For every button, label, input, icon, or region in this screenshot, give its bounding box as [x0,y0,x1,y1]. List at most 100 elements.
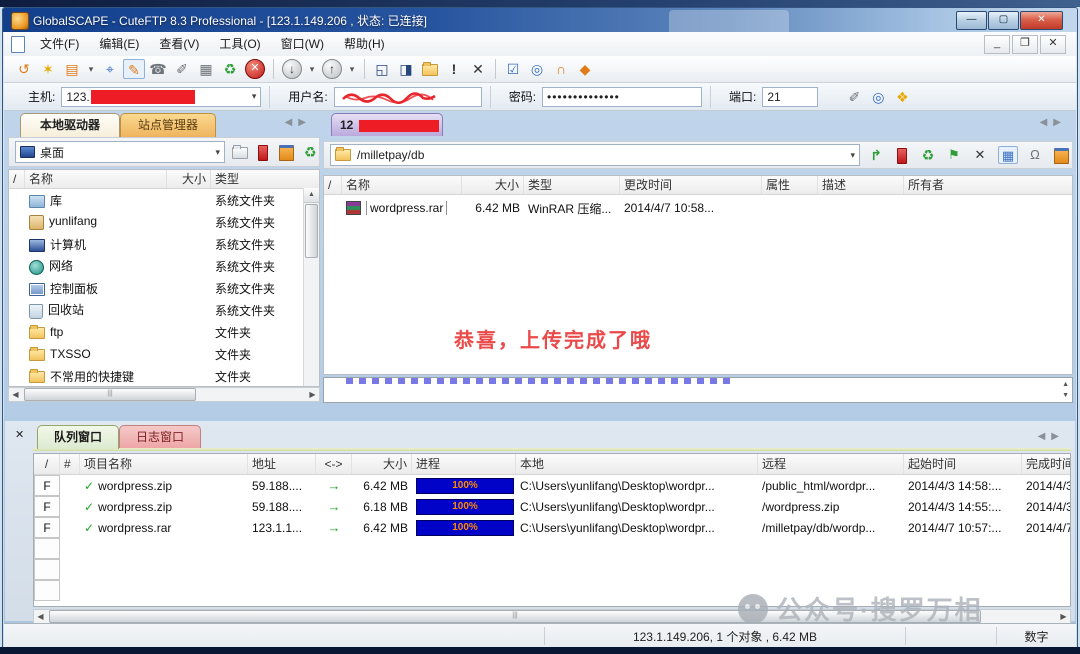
menu-window[interactable]: 窗口(W) [271,34,334,54]
nav-right-icon[interactable]: ▶ [1051,431,1065,442]
url-grid-icon[interactable]: ▦ [195,59,217,79]
remote-path-input[interactable]: /milletpay/db ▾ [330,144,860,166]
file-row[interactable]: ftp 文件夹 [9,321,319,343]
col-address[interactable]: 地址 [248,454,316,474]
scroll-up-icon[interactable]: ▲ [304,188,319,203]
scrollbar-thumb[interactable] [305,204,318,258]
delete-icon[interactable]: ✕ [467,59,489,79]
port-input[interactable]: 21 [762,87,818,107]
file-row[interactable]: 计算机 系统文件夹 [9,233,319,255]
col-item-name[interactable]: 项目名称 [80,454,248,474]
file-row[interactable]: 不常用的快捷键 文件夹 [9,365,319,387]
raw-command-icon[interactable]: ▦ [998,146,1018,164]
scroll-left-icon[interactable]: ◀ [9,390,22,399]
stop-icon[interactable]: ✕ [245,59,265,79]
col-sort[interactable]: / [34,454,60,474]
file-row[interactable]: yunlifang 系统文件夹 [9,211,319,233]
headset-icon[interactable]: ∩ [550,59,572,79]
local-folder-select[interactable]: 桌面 ▾ [15,141,225,163]
col-size[interactable]: 大小 [167,170,211,188]
upload-caret-icon[interactable]: ▾ [346,59,358,79]
remote-tab-nav-arrows[interactable]: ◀▶ [1040,117,1067,128]
nav-right-icon[interactable]: ▶ [1053,117,1067,128]
queue-row[interactable]: F ✓wordpress.zip 59.188.... → 6.42 MB 10… [34,475,1070,496]
scroll-right-icon[interactable]: ▶ [1057,612,1070,621]
local-vertical-scrollbar[interactable]: ▲ [303,188,319,386]
file-row[interactable]: 控制面板 系统文件夹 [9,277,319,299]
goto-flag-icon[interactable]: ⚑ [944,146,964,164]
host-input[interactable]: 123. ▾ [61,87,261,107]
abort-ring-icon[interactable]: ◎ [867,87,889,107]
tab-remote-site[interactable]: 12 [331,113,443,136]
queue-row[interactable]: F ✓wordpress.zip 59.188.... → 6.18 MB 10… [34,496,1070,517]
scrollbar-thumb[interactable]: ||| [24,388,196,401]
lasso-icon[interactable]: Ω [1025,146,1045,164]
tab-queue-window[interactable]: 队列窗口 [37,425,119,449]
col-sort[interactable]: / [9,170,25,188]
edit-pen-icon[interactable]: ✎ [123,59,145,79]
menu-file[interactable]: 文件(F) [30,34,89,54]
path-dropdown-caret-icon[interactable]: ▾ [850,150,855,161]
username-input[interactable] [334,87,482,107]
refresh-icon[interactable]: ♻ [918,146,938,164]
col-attrs[interactable]: 属性 [762,176,818,194]
delete-icon[interactable]: ✕ [970,146,990,164]
host-dropdown-caret-icon[interactable]: ▾ [252,91,257,102]
sign-pen-icon[interactable]: ✐ [171,59,193,79]
menu-view[interactable]: 查看(V) [149,34,209,54]
col-finish-time[interactable]: 完成时间 [1022,454,1071,474]
local-dropdown-caret-icon[interactable]: ▾ [215,147,220,158]
menu-tools[interactable]: 工具(O) [209,34,270,54]
maximize-button[interactable]: ▢ [988,11,1019,30]
nav-left-icon[interactable]: ◀ [1038,431,1052,442]
minimize-button[interactable]: — [956,11,987,30]
nav-right-icon[interactable]: ▶ [298,117,312,128]
queue-row[interactable]: F ✓wordpress.rar 123.1.1... → 6.42 MB 10… [34,517,1070,538]
nav-left-icon[interactable]: ◀ [1040,117,1054,128]
open-folder-icon[interactable] [419,59,441,79]
new-dropdown-caret-icon[interactable]: ▾ [85,59,97,79]
col-name[interactable]: 名称 [342,176,462,194]
remote-file-row[interactable]: wordpress.rar 6.42 MB WinRAR 压缩... 2014/… [324,195,1072,221]
up-directory-icon[interactable]: ↱ [866,146,886,164]
tab-local-drives[interactable]: 本地驱动器 [20,113,120,137]
connect-target-icon[interactable]: ⌖ [99,59,121,79]
wizard-icon[interactable]: ✶ [37,59,59,79]
col-type[interactable]: 类型 [211,170,319,188]
shield-icon[interactable]: ◆ [574,59,596,79]
refresh-icon[interactable]: ♻ [219,59,241,79]
bookmarks-icon[interactable] [255,143,273,161]
tab-log-window[interactable]: 日志窗口 [119,425,201,449]
mdi-restore-button[interactable]: ❐ [1012,35,1038,54]
mdi-close-button[interactable]: ✕ [1040,35,1066,54]
file-row[interactable]: 回收站 系统文件夹 [9,299,319,321]
col-desc[interactable]: 描述 [818,176,904,194]
download-caret-icon[interactable]: ▾ [306,59,318,79]
drive-icon[interactable] [278,143,296,161]
todo-check-icon[interactable]: ☑ [502,59,524,79]
col-type[interactable]: 类型 [524,176,620,194]
scroll-down-icon[interactable]: ▼ [1062,390,1069,401]
scroll-up-icon[interactable]: ▲ [1062,379,1069,390]
col-size[interactable]: 大小 [352,454,412,474]
col-modified[interactable]: 更改时间 [620,176,762,194]
close-button[interactable]: ✕ [1020,11,1063,30]
nav-left-icon[interactable]: ◀ [285,117,299,128]
new-document-icon[interactable]: ▤ [61,59,83,79]
bookmarks-icon[interactable] [892,146,912,164]
col-progress[interactable]: 进程 [412,454,516,474]
file-row[interactable]: TXSSO 文件夹 [9,343,319,365]
col-sort[interactable]: / [324,176,342,194]
file-row[interactable]: 库 系统文件夹 [9,189,319,211]
compare-ring-icon[interactable]: ◎ [526,59,548,79]
scroll-right-icon[interactable]: ▶ [306,390,319,399]
col-name[interactable]: 名称 [25,170,167,188]
download-icon[interactable]: ↓ [282,59,302,79]
copy-folder-icon[interactable] [231,143,249,161]
quick-connect-icon[interactable]: ❖ [891,87,913,107]
col-start-time[interactable]: 起始时间 [904,454,1022,474]
col-owner[interactable]: 所有者 [904,176,1072,194]
priority-icon[interactable]: ! [443,59,465,79]
col-local[interactable]: 本地 [516,454,758,474]
password-input[interactable]: •••••••••••••• [542,87,702,107]
